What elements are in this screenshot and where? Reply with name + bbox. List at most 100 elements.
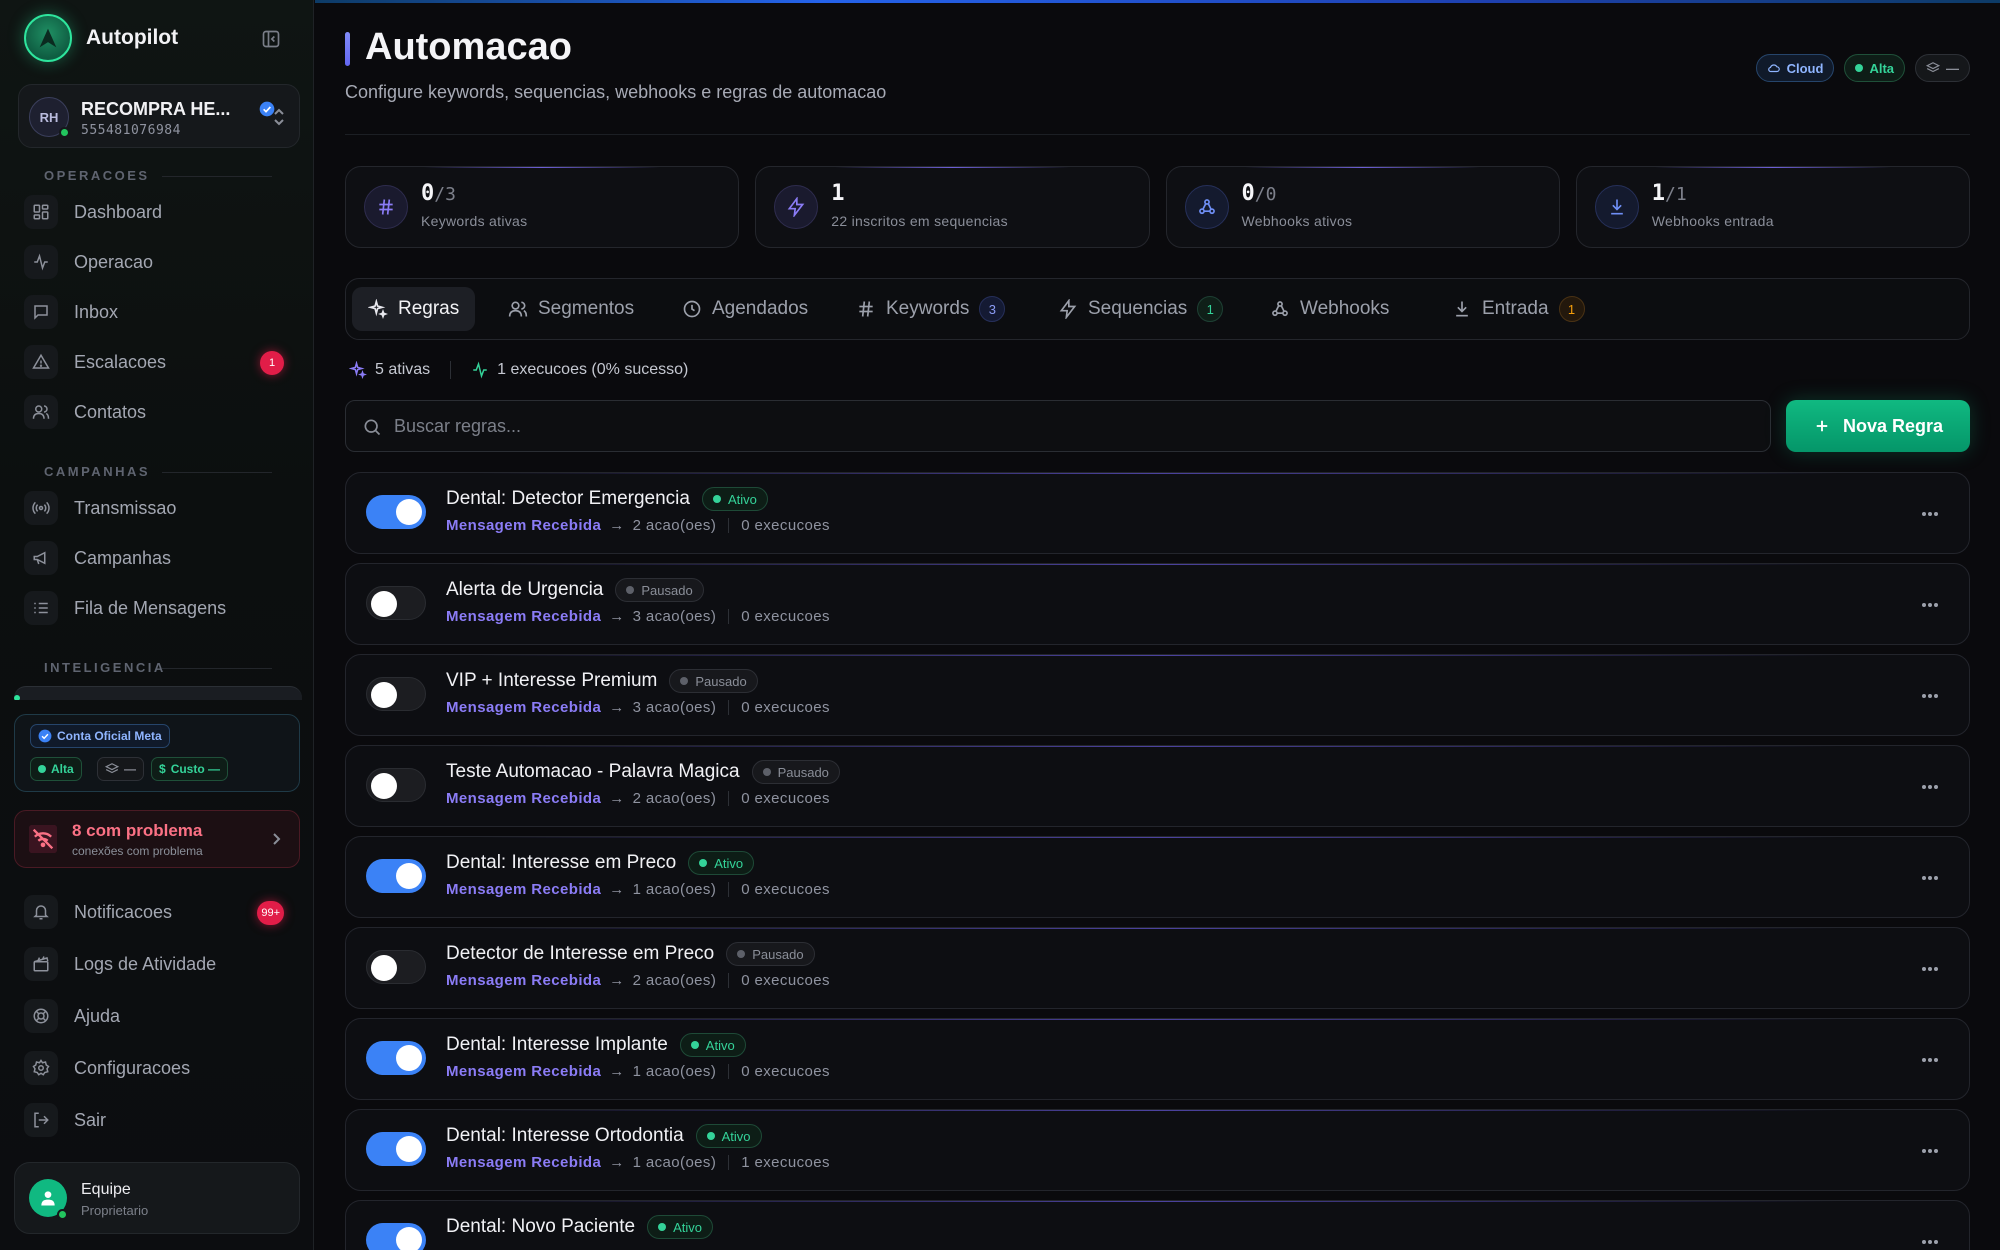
rule-enabled-toggle[interactable] xyxy=(366,768,426,802)
stat-value-number: 1 xyxy=(831,181,845,206)
stat-value: 1/1 xyxy=(1652,181,1687,206)
arrow-right-icon: → xyxy=(609,881,625,898)
rule-enabled-toggle[interactable] xyxy=(366,859,426,893)
status-label: Pausado xyxy=(777,764,829,780)
rule-trigger[interactable]: Mensagem Recebida xyxy=(446,1154,601,1171)
more-options-icon[interactable] xyxy=(1919,958,1941,980)
section-label-inteligencia: INTELIGENCIA xyxy=(44,660,272,675)
rule-enabled-toggle[interactable] xyxy=(366,1223,426,1250)
more-options-icon[interactable] xyxy=(1919,1140,1941,1162)
rule-trigger[interactable]: Mensagem Recebida xyxy=(446,790,601,807)
more-options-icon[interactable] xyxy=(1919,1049,1941,1071)
rule-trigger[interactable]: Mensagem Recebida xyxy=(446,881,601,898)
executions-summary: 1 execucoes (0% sucesso) xyxy=(497,361,689,378)
sidebar-item-label: Ajuda xyxy=(74,1005,121,1026)
sidebar-item-dashboard[interactable]: Dashboard xyxy=(24,190,296,234)
meta-divider xyxy=(728,1064,730,1079)
rule-enabled-toggle[interactable] xyxy=(366,677,426,711)
sidebar-item-logs-de-atividade[interactable]: Logs de Atividade xyxy=(24,942,296,986)
meta-account-card[interactable]: Conta Oficial Meta Alta — $ Custo — xyxy=(14,714,300,792)
rule-trigger[interactable]: Mensagem Recebida xyxy=(446,608,601,625)
rule-trigger[interactable]: Mensagem Recebida xyxy=(446,1063,601,1080)
tier-pill: — xyxy=(97,757,144,781)
zap-icon xyxy=(1059,299,1077,319)
users-icon xyxy=(508,301,528,317)
rule-enabled-toggle[interactable] xyxy=(366,1132,426,1166)
new-rule-button[interactable]: Nova Regra xyxy=(1786,400,1970,452)
tab-count-badge: 1 xyxy=(1197,296,1224,322)
new-rule-label: Nova Regra xyxy=(1842,415,1944,436)
sidebar-item-label: Inbox xyxy=(74,301,119,322)
status-label: Ativo xyxy=(673,1219,702,1235)
status-dot xyxy=(680,677,689,685)
rule-row[interactable]: VIP + Interesse Premium Pausado Mensagem… xyxy=(345,654,1970,736)
more-options-icon[interactable] xyxy=(1919,503,1941,525)
rule-header: Dental: Interesse Ortodontia Ativo xyxy=(446,1124,762,1148)
meta-divider xyxy=(728,518,730,533)
cloud-pill: Cloud xyxy=(1755,54,1835,82)
more-options-icon[interactable] xyxy=(1919,776,1941,798)
problem-title: 8 com problema xyxy=(72,821,203,840)
online-status-dot xyxy=(59,127,70,138)
sidebar-item-ajuda[interactable]: Ajuda xyxy=(24,994,296,1038)
rule-header: Detector de Interesse em Preco Pausado xyxy=(446,942,815,966)
clock-icon xyxy=(683,300,701,318)
rule-trigger[interactable]: Mensagem Recebida xyxy=(446,699,601,716)
status-badge: Pausado xyxy=(669,669,758,693)
rule-row[interactable]: Alerta de Urgencia Pausado Mensagem Rece… xyxy=(345,563,1970,645)
more-options-icon[interactable] xyxy=(1919,594,1941,616)
section-label-operacoes: OPERACOES xyxy=(44,168,272,183)
user-profile-card[interactable]: Equipe Proprietario xyxy=(14,1162,300,1234)
rule-row[interactable]: Dental: Interesse Implante Ativo Mensage… xyxy=(345,1018,1970,1100)
rule-row[interactable]: Teste Automacao - Palavra Magica Pausado… xyxy=(345,745,1970,827)
toggle-knob xyxy=(396,1136,422,1162)
rule-row[interactable]: Detector de Interesse em Preco Pausado M… xyxy=(345,927,1970,1009)
rule-enabled-toggle[interactable] xyxy=(366,586,426,620)
tab-entrada[interactable]: Entrada 1 xyxy=(1436,287,1601,331)
more-options-icon[interactable] xyxy=(1919,685,1941,707)
tab-regras[interactable]: Regras xyxy=(352,287,476,331)
gear-icon xyxy=(24,1051,58,1085)
tab-keywords[interactable]: Keywords 3 xyxy=(840,287,1021,331)
sidebar-item-configuracoes[interactable]: Configuracoes xyxy=(24,1046,296,1090)
status-dot xyxy=(706,1132,715,1140)
sidebar-item-operacao[interactable]: Operacao xyxy=(24,240,296,284)
rule-actions-count: 2 acao(oes) xyxy=(632,972,717,989)
sidebar-item-automacao[interactable] xyxy=(14,686,302,700)
rule-trigger[interactable]: Mensagem Recebida xyxy=(446,972,601,989)
sidebar-item-notificacoes[interactable]: Notificacoes 99+ xyxy=(24,890,296,934)
sidebar-item-label: Campanhas xyxy=(74,547,172,568)
sidebar-item-sair[interactable]: Sair xyxy=(24,1098,296,1142)
sidebar-item-campanhas[interactable]: Campanhas xyxy=(24,536,296,580)
account-switcher[interactable]: RH RECOMPRA HE... 555481076984 xyxy=(18,84,300,148)
tab-webhooks[interactable]: Webhooks xyxy=(1254,287,1405,331)
search-input[interactable] xyxy=(394,401,1754,451)
more-options-icon[interactable] xyxy=(1919,1231,1941,1250)
quality-label: Alta xyxy=(51,762,74,776)
sidebar-item-escalacoes[interactable]: Escalacoes 1 xyxy=(24,340,296,384)
tab-sequencias[interactable]: Sequencias 1 xyxy=(1042,287,1239,331)
status-label: Ativo xyxy=(721,1128,751,1144)
rule-row[interactable]: Dental: Detector Emergencia Ativo Mensag… xyxy=(345,472,1970,554)
rule-name: VIP + Interesse Premium xyxy=(446,670,658,691)
tab-agendados[interactable]: Agendados xyxy=(666,287,824,331)
rule-enabled-toggle[interactable] xyxy=(366,1041,426,1075)
rule-row[interactable]: Dental: Novo Paciente Ativo xyxy=(345,1200,1970,1250)
tab-segmentos[interactable]: Segmentos xyxy=(492,287,650,331)
rule-row[interactable]: Dental: Interesse em Preco Ativo Mensage… xyxy=(345,836,1970,918)
stats-row: 0/3 Keywords ativas 1 22 inscritos em se… xyxy=(345,166,1970,248)
rule-actions-count: 3 acao(oes) xyxy=(632,699,717,716)
rule-enabled-toggle[interactable] xyxy=(366,495,426,529)
rule-enabled-toggle[interactable] xyxy=(366,950,426,984)
sidebar-item-transmissao[interactable]: Transmissao xyxy=(24,486,296,530)
connection-problems-card[interactable]: 8 com problema conexões com problema xyxy=(14,810,300,868)
sidebar-item-fila-de-mensagens[interactable]: Fila de Mensagens xyxy=(24,586,296,630)
brand[interactable]: Autopilot xyxy=(24,14,178,62)
more-options-icon[interactable] xyxy=(1919,867,1941,889)
stat-label: Webhooks ativos xyxy=(1241,213,1353,229)
sidebar-item-inbox[interactable]: Inbox xyxy=(24,290,296,334)
collapse-sidebar-icon[interactable] xyxy=(258,26,284,52)
rule-trigger[interactable]: Mensagem Recebida xyxy=(446,517,601,534)
rule-row[interactable]: Dental: Interesse Ortodontia Ativo Mensa… xyxy=(345,1109,1970,1191)
sidebar-item-contatos[interactable]: Contatos xyxy=(24,390,296,434)
